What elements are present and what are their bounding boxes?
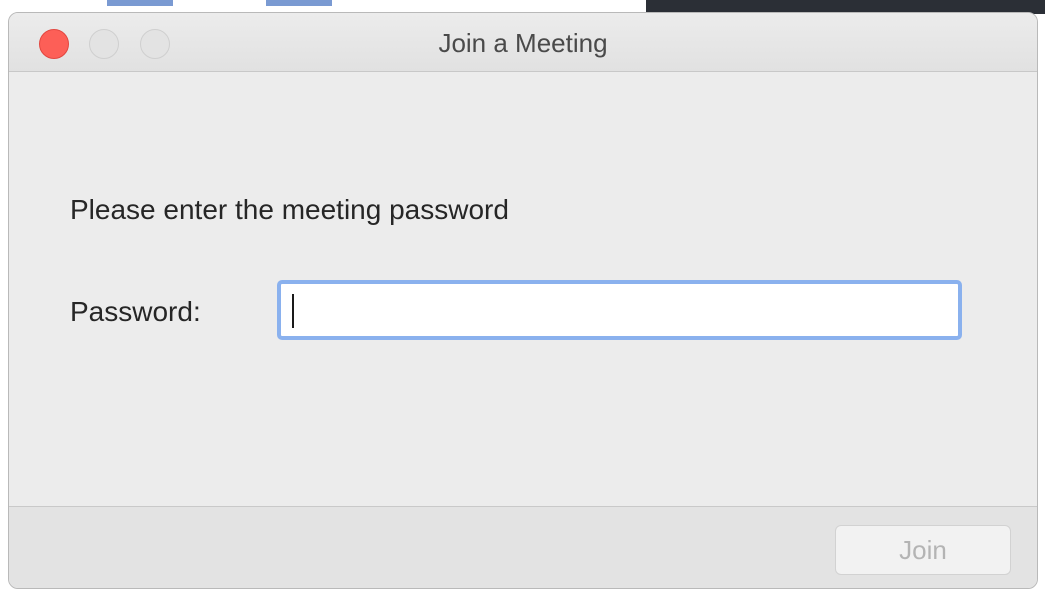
title-bar[interactable]: Join a Meeting [9,13,1037,72]
text-cursor [292,294,294,328]
join-button[interactable]: Join [835,525,1011,575]
password-prompt: Please enter the meeting password [70,194,509,225]
background-tab [107,0,173,6]
background-tab [266,0,332,6]
password-input[interactable] [277,280,962,340]
dialog-footer: Join [9,506,1037,588]
window-title: Join a Meeting [438,28,608,58]
password-label: Password: [70,296,201,327]
join-meeting-dialog: Join a Meeting Please enter the meeting … [8,12,1038,589]
